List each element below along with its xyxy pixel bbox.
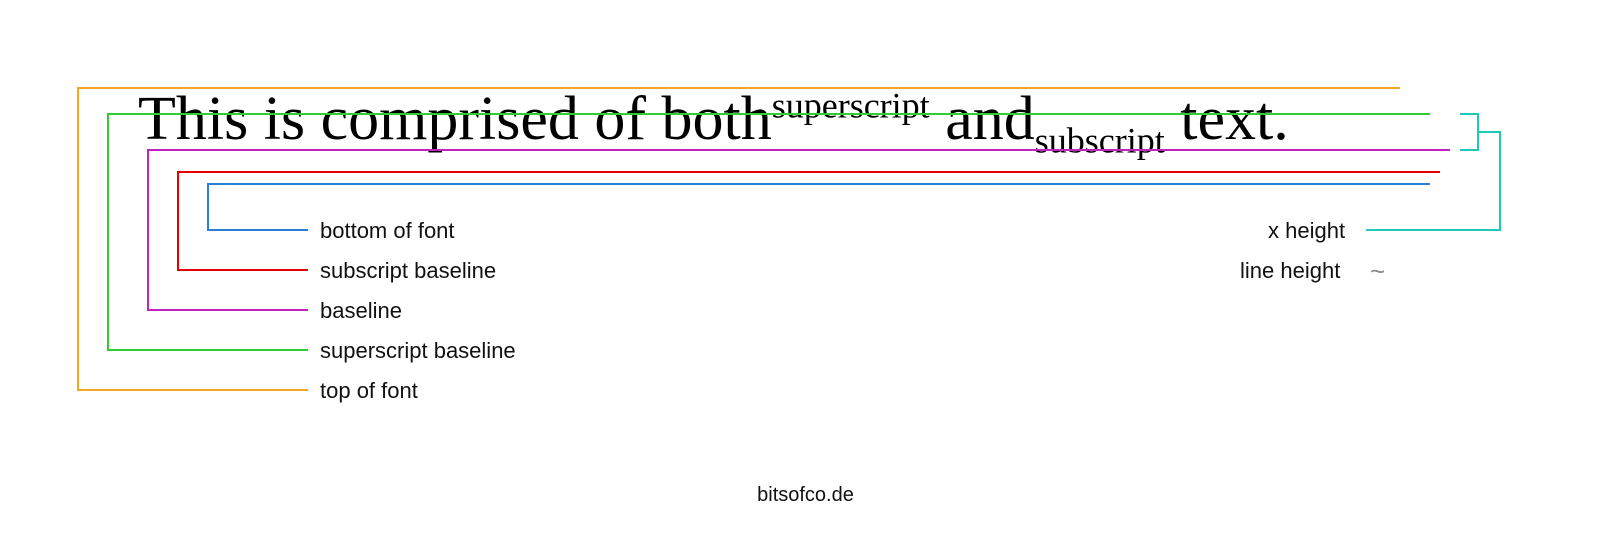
label-x-height: x height [1268,218,1345,244]
label-superscript-baseline: superscript baseline [320,338,516,364]
label-baseline: baseline [320,298,402,324]
label-top-of-font: top of font [320,378,418,404]
sentence-part2: and [930,85,1035,153]
footer-credit: bitsofco.de [0,484,1611,507]
diagram: This is comprised of bothsuperscript and… [0,0,1611,535]
sentence-part1: This is comprised of both [138,85,772,153]
label-bottom-of-font: bottom of font [320,218,455,244]
label-subscript-baseline: subscript baseline [320,258,496,284]
sample-sentence: This is comprised of bothsuperscript and… [138,88,1289,150]
tilde-glyph: ~ [1370,256,1385,287]
superscript-text: superscript [772,85,930,125]
label-line-height: line height [1240,258,1340,284]
sentence-part3: text. [1165,85,1289,153]
subscript-text: subscript [1035,120,1165,160]
